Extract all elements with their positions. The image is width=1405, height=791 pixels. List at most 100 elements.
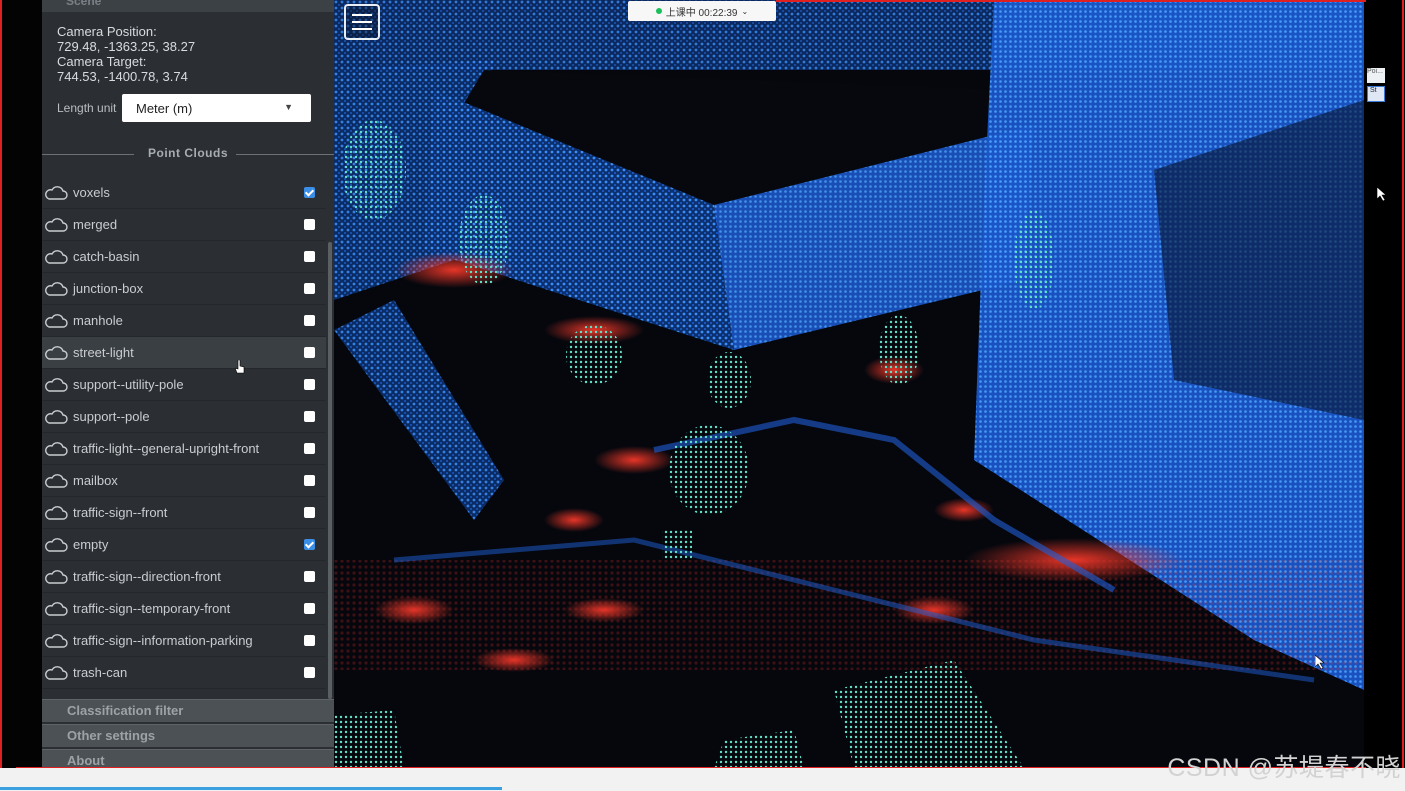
menu-icon[interactable]: [344, 4, 380, 40]
accordion-about[interactable]: About: [42, 749, 334, 768]
accordion-other-settings[interactable]: Other settings: [42, 724, 334, 747]
chevron-down-icon: ⌄: [741, 6, 749, 16]
point-cloud-checkbox[interactable]: [304, 603, 315, 614]
cloud-icon: [44, 217, 70, 233]
cloud-icon: [44, 345, 70, 361]
point-cloud-label: traffic-sign--direction-front: [73, 569, 221, 584]
watermark: CSDN @苏堤春不晓: [1167, 754, 1401, 782]
point-cloud-checkbox[interactable]: [304, 315, 315, 326]
cloud-icon: [44, 377, 70, 393]
point-cloud-item[interactable]: traffic-sign--temporary-front: [42, 593, 326, 625]
cloud-icon: [44, 665, 70, 681]
point-cloud-label: voxels: [73, 185, 110, 200]
point-cloud-checkbox[interactable]: [304, 251, 315, 262]
camera-position-value: 729.48, -1363.25, 38.27: [57, 39, 196, 54]
point-clouds-section-header: Point Clouds: [42, 146, 334, 162]
point-cloud-label: junction-box: [73, 281, 144, 296]
point-cloud-viewport[interactable]: [334, 0, 1364, 768]
point-cloud-item[interactable]: support--utility-pole: [42, 369, 326, 401]
accordion-classification-filter[interactable]: Classification filter: [42, 699, 334, 722]
meeting-status-text: 上课中 00:22:39: [665, 7, 738, 19]
point-cloud-list: voxels merged catch-basin junction-box manho…: [42, 177, 326, 689]
point-cloud-item[interactable]: empty: [42, 529, 326, 561]
camera-target-value: 744.53, -1400.78, 3.74: [57, 69, 188, 84]
cloud-icon: [44, 281, 70, 297]
point-cloud-item[interactable]: voxels: [42, 177, 326, 209]
point-cloud-label: traffic-sign--information-parking: [73, 633, 253, 648]
point-cloud-checkbox[interactable]: [304, 411, 315, 422]
recording-border: [1402, 0, 1404, 768]
recording-border: [776, 0, 1366, 2]
mouse-cursor-icon: [1315, 655, 1325, 669]
scene-accordion-header[interactable]: Scene: [42, 0, 334, 12]
right-side-panel: [1364, 0, 1405, 768]
cloud-icon: [44, 409, 70, 425]
mouse-cursor-icon: [1377, 187, 1387, 201]
point-cloud-item[interactable]: junction-box: [42, 273, 326, 305]
cloud-icon: [44, 249, 70, 265]
cloud-icon: [44, 505, 70, 521]
video-progress-fill: [0, 787, 502, 790]
point-cloud-checkbox[interactable]: [304, 635, 315, 646]
point-cloud-checkbox[interactable]: [304, 667, 315, 678]
point-cloud-checkbox[interactable]: [304, 187, 315, 198]
mini-panel-item[interactable]: Poi...: [1367, 68, 1385, 83]
point-cloud-checkbox[interactable]: [304, 283, 315, 294]
chevron-down-icon: ▼: [284, 102, 293, 112]
point-cloud-checkbox[interactable]: [304, 539, 315, 550]
length-unit-label: Length unit: [57, 101, 117, 115]
point-cloud-label: street-light: [73, 345, 134, 360]
point-cloud-item[interactable]: support--pole: [42, 401, 326, 433]
cloud-icon: [44, 537, 70, 553]
cloud-icon: [44, 569, 70, 585]
hand-cursor-icon: [235, 360, 245, 374]
point-cloud-checkbox[interactable]: [304, 507, 315, 518]
point-cloud-checkbox[interactable]: [304, 219, 315, 230]
accordion-label: Classification filter: [67, 703, 184, 718]
point-cloud-item[interactable]: mailbox: [42, 465, 326, 497]
point-cloud-item[interactable]: catch-basin: [42, 241, 326, 273]
point-cloud-item[interactable]: traffic-sign--front: [42, 497, 326, 529]
point-cloud-item[interactable]: traffic-light--general-upright-front: [42, 433, 326, 465]
cloud-icon: [44, 633, 70, 649]
cloud-icon: [44, 601, 70, 617]
camera-info: Camera Position: 729.48, -1363.25, 38.27…: [57, 24, 195, 84]
camera-position-label: Camera Position:: [57, 24, 157, 39]
point-cloud-label: traffic-light--general-upright-front: [73, 441, 260, 456]
point-cloud-checkbox[interactable]: [304, 571, 315, 582]
camera-target-label: Camera Target:: [57, 54, 147, 69]
cloud-icon: [44, 185, 70, 201]
point-cloud-label: mailbox: [73, 473, 118, 488]
point-cloud-label: support--utility-pole: [73, 377, 184, 392]
point-cloud-item[interactable]: manhole: [42, 305, 326, 337]
point-cloud-label: empty: [73, 537, 109, 552]
scene-accordion-label: Scene: [66, 0, 102, 8]
sidebar-scrollbar[interactable]: [328, 242, 332, 699]
point-cloud-label: support--pole: [73, 409, 150, 424]
point-cloud-item[interactable]: merged: [42, 209, 326, 241]
accordion-label: Other settings: [67, 728, 156, 743]
mini-panel-button[interactable]: St: [1367, 86, 1385, 102]
point-cloud-checkbox[interactable]: [304, 443, 315, 454]
cloud-icon: [44, 313, 70, 329]
point-cloud-label: trash-can: [73, 665, 128, 680]
point-cloud-checkbox[interactable]: [304, 475, 315, 486]
sidebar-panel: Scene Camera Position: 729.48, -1363.25,…: [42, 0, 334, 768]
point-cloud-label: traffic-sign--front: [73, 505, 168, 520]
accordion-label: About: [67, 753, 105, 768]
window-left-margin: [0, 0, 42, 768]
point-cloud-checkbox[interactable]: [304, 347, 315, 358]
point-cloud-label: merged: [73, 217, 118, 232]
point-cloud-item[interactable]: street-light: [42, 337, 326, 369]
length-unit-value: Meter (m): [136, 101, 193, 116]
recording-border: [0, 0, 2, 768]
point-cloud-checkbox[interactable]: [304, 379, 315, 390]
cloud-icon: [44, 473, 70, 489]
meeting-status-bar[interactable]: 上课中 00:22:39 ⌄: [628, 1, 776, 21]
point-cloud-item[interactable]: trash-can: [42, 657, 326, 689]
point-cloud-item[interactable]: traffic-sign--direction-front: [42, 561, 326, 593]
length-unit-select[interactable]: Meter (m) ▼: [122, 94, 311, 122]
point-cloud-label: catch-basin: [73, 249, 140, 264]
cloud-icon: [44, 441, 70, 457]
point-cloud-item[interactable]: traffic-sign--information-parking: [42, 625, 326, 657]
